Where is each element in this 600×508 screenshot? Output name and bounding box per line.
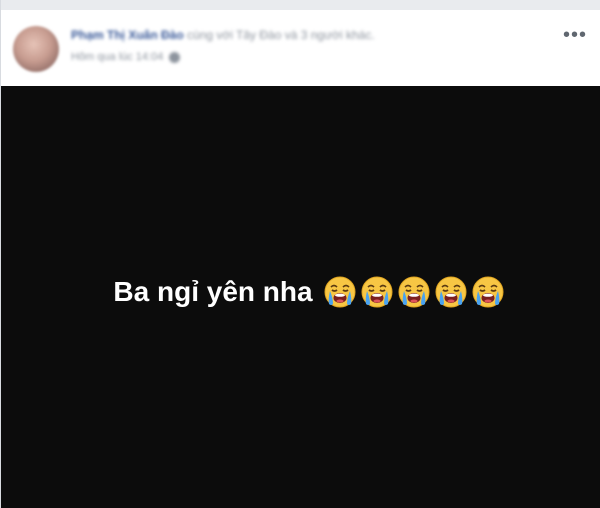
post-meta: Phạm Thị Xuân Đào cùng với Tây Đào và 3 … bbox=[71, 26, 541, 76]
crying-face-icon bbox=[434, 275, 468, 309]
author-name[interactable]: Phạm Thị Xuân Đào bbox=[71, 28, 184, 42]
post-header: Phạm Thị Xuân Đào cùng với Tây Đào và 3 … bbox=[1, 10, 600, 86]
more-options-icon[interactable]: ••• bbox=[563, 25, 587, 45]
facebook-post: Phạm Thị Xuân Đào cùng với Tây Đào và 3 … bbox=[0, 0, 600, 508]
with-text: cùng với bbox=[187, 28, 233, 42]
author-avatar[interactable] bbox=[13, 26, 59, 72]
image-caption: Ba ngỉ yên nha bbox=[1, 86, 600, 508]
crying-face-icon bbox=[360, 275, 394, 309]
post-time-line: Hôm qua lúc 14:04 bbox=[71, 50, 541, 64]
post-title-line: Phạm Thị Xuân Đào cùng với Tây Đào và 3 … bbox=[71, 26, 541, 44]
crying-face-icon bbox=[323, 275, 357, 309]
globe-icon bbox=[169, 51, 181, 63]
post-timestamp[interactable]: Hôm qua lúc 14:04 bbox=[71, 50, 163, 64]
crying-face-icon bbox=[471, 275, 505, 309]
caption-row: Ba ngỉ yên nha bbox=[113, 275, 504, 309]
caption-text: Ba ngỉ yên nha bbox=[113, 276, 313, 307]
crying-face-icon bbox=[397, 275, 431, 309]
emoji-row bbox=[323, 275, 505, 309]
post-image[interactable]: Ba ngỉ yên nha bbox=[1, 86, 600, 508]
feed-background bbox=[1, 0, 600, 10]
tagged-people[interactable]: Tây Đào và 3 người khác. bbox=[236, 28, 375, 42]
